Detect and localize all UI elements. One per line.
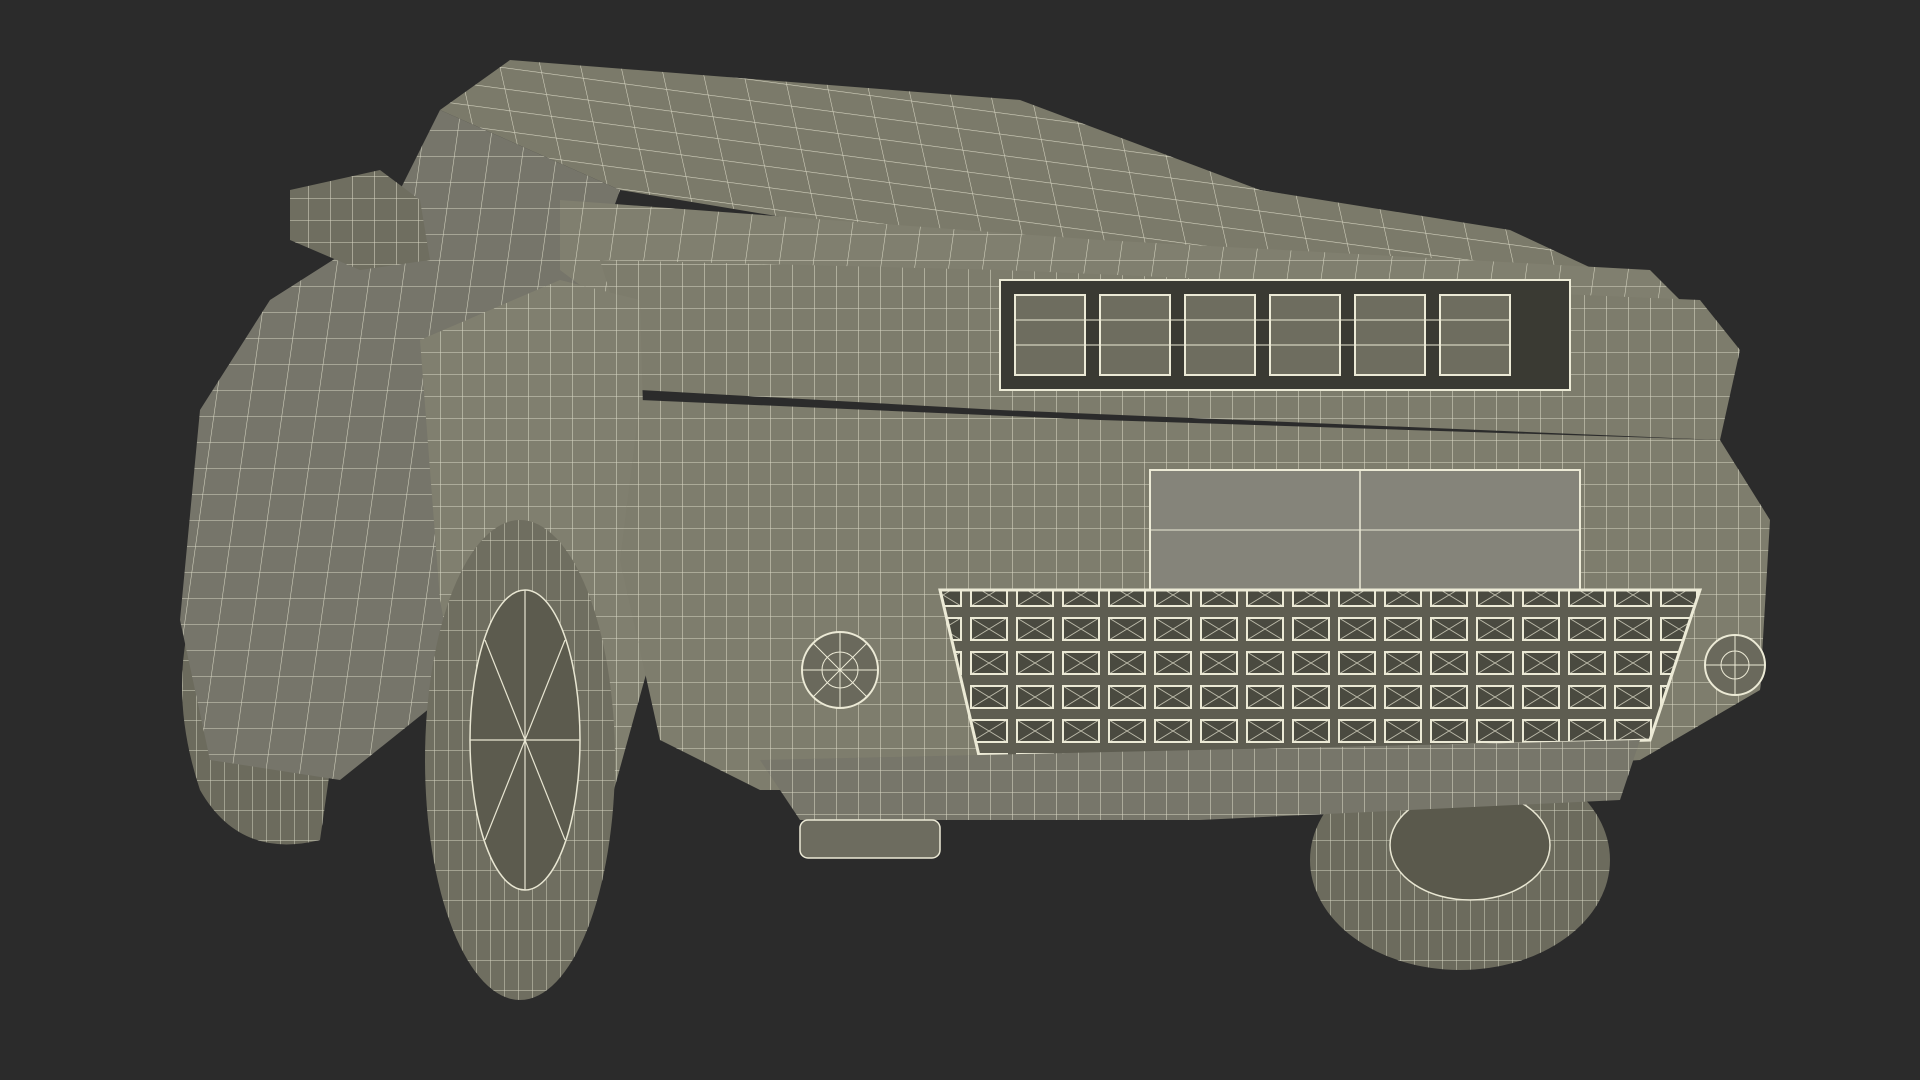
front-wheel-left: [425, 520, 615, 1000]
render-viewport: [0, 0, 1920, 1080]
fog-light-left: [801, 631, 879, 709]
suv-wireframe-render: [180, 60, 1770, 1000]
license-plate-area: [1149, 469, 1581, 591]
tow-hook: [799, 819, 941, 859]
lower-grille: [938, 588, 1703, 762]
upper-grille: [999, 279, 1571, 391]
fog-light-right: [1704, 634, 1766, 696]
